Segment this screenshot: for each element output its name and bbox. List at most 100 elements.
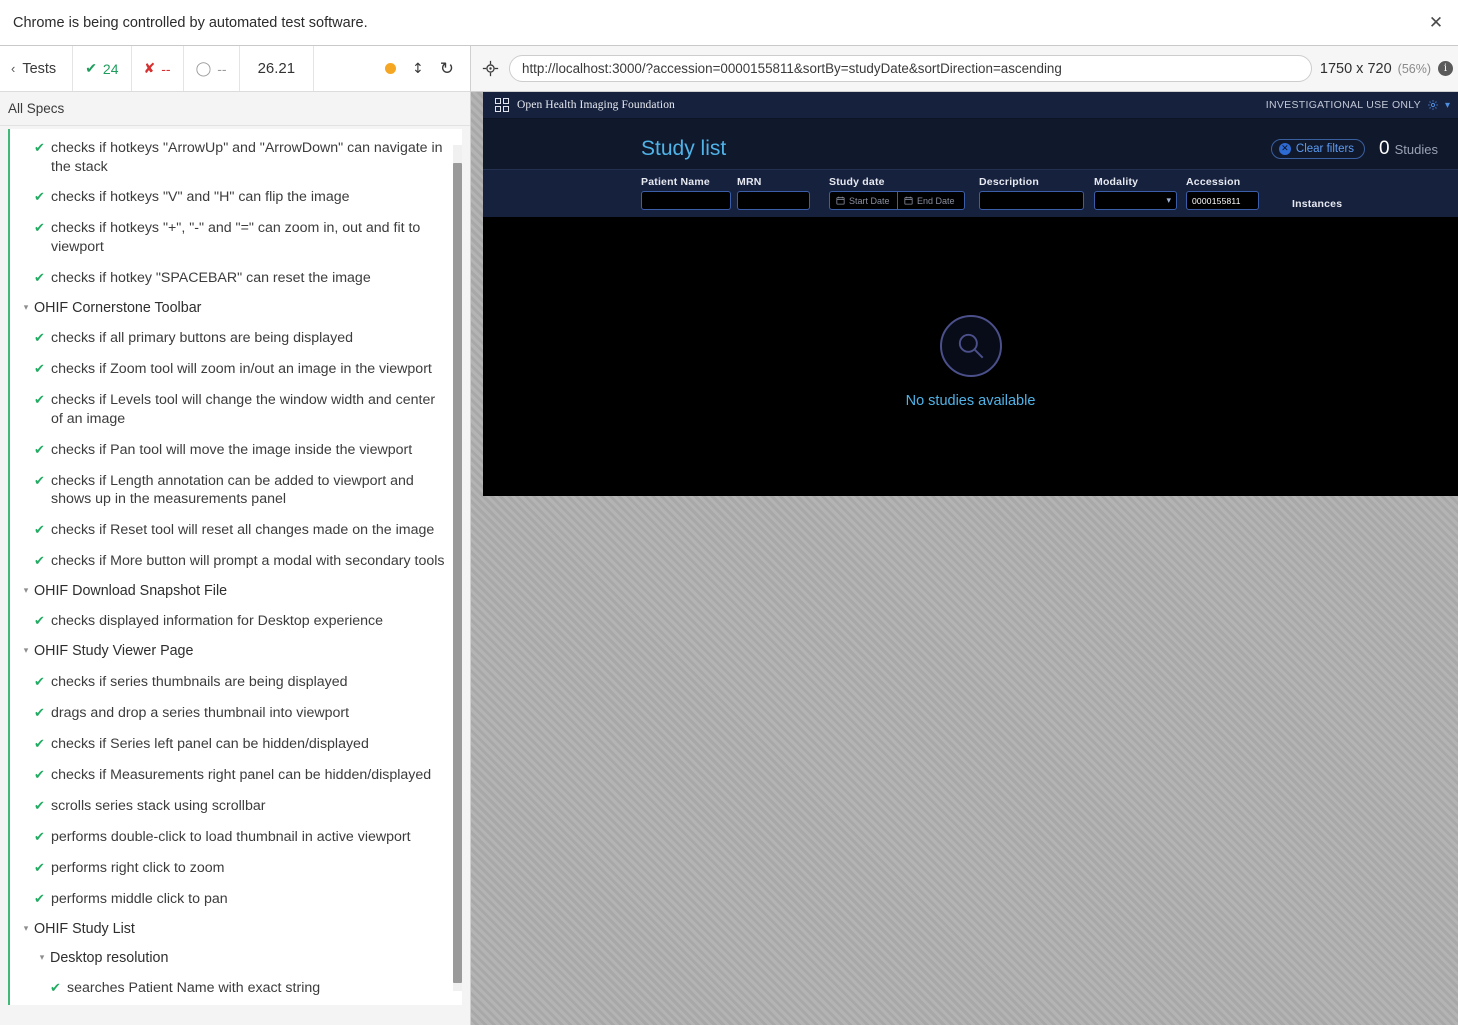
check-icon: ✔: [85, 60, 97, 76]
failed-stat: ✘ --: [132, 46, 184, 91]
reload-icon[interactable]: ↻: [440, 59, 454, 79]
test-suite-row[interactable]: ▾ OHIF Study List: [10, 915, 462, 944]
check-icon: ✔: [50, 981, 61, 997]
test-suite-row[interactable]: ▾ OHIF Study Viewer Page: [10, 637, 462, 666]
mrn-input[interactable]: [737, 191, 810, 210]
test-suite-row[interactable]: ▾ OHIF Cornerstone Toolbar: [10, 294, 462, 323]
passed-stat: ✔ 24: [73, 46, 132, 91]
cypress-browser-toolbar: http://localhost:3000/?accession=0000155…: [471, 46, 1458, 92]
test-case-row[interactable]: ✔ checks if Reset tool will reset all cha…: [10, 515, 462, 546]
passed-count: 24: [102, 60, 119, 77]
chevron-down-icon: ▾: [39, 953, 45, 964]
test-case-row[interactable]: ✔ checks if Series left panel can be hidd…: [10, 729, 462, 760]
test-case-row[interactable]: ✔ searches Patient Name with exact string: [10, 973, 462, 1004]
filter-label-study-date: Study date: [829, 176, 885, 188]
test-case-row[interactable]: ✔ checks if series thumbnails are being d…: [10, 667, 462, 698]
test-case-row[interactable]: ✔ checks if hotkey "SPACEBAR" can reset t…: [10, 263, 462, 294]
filter-accession: Accession 0000155811: [1186, 176, 1292, 210]
info-icon[interactable]: i: [1438, 61, 1453, 76]
viewport-resize-icon[interactable]: ↕: [412, 61, 424, 77]
chevron-down-icon[interactable]: ▾: [1445, 100, 1450, 111]
filter-modality: Modality ▾: [1094, 176, 1186, 210]
test-case-row[interactable]: ✔ performs middle click to pan: [10, 884, 462, 915]
test-suite-label: OHIF Download Snapshot File: [34, 583, 228, 600]
accession-input[interactable]: 0000155811: [1186, 191, 1259, 210]
test-case-row[interactable]: ✔ performs right click to zoom: [10, 853, 462, 884]
test-case-row[interactable]: ✔ checks if Levels tool will change the w…: [10, 385, 462, 434]
test-case-label: checks if hotkeys "V" and "H" can flip t…: [51, 189, 350, 206]
test-case-row[interactable]: ✔ drags and drop a series thumbnail into …: [10, 698, 462, 729]
filter-label-instances: Instances: [1292, 198, 1343, 210]
check-icon: ✔: [34, 221, 45, 237]
clear-filters-button[interactable]: ✕ Clear filters: [1270, 139, 1366, 159]
test-case-row[interactable]: ✔ checks if hotkeys "+", "-" and "=" can …: [10, 213, 462, 262]
test-case-row[interactable]: ✔ checks if hotkeys "V" and "H" can flip …: [10, 182, 462, 213]
test-case-row[interactable]: ✔ checks if Measurements right panel can …: [10, 760, 462, 791]
cypress-toolbar: ‹ Tests ✔ 24 ✘ -- ◯ -- 26.21 ↕ ↻: [0, 46, 470, 92]
page-title: Study list: [641, 137, 727, 160]
cypress-test-list: ✔ checks if hotkeys "ArrowUp" and "ArrowD…: [8, 129, 462, 1005]
test-case-label: performs middle click to pan: [51, 890, 228, 907]
test-case-label: checks if all primary buttons are being …: [51, 330, 354, 347]
test-case-row[interactable]: ✔ checks if Pan tool will move the image …: [10, 435, 462, 466]
test-case-row[interactable]: ✔ checks if Zoom tool will zoom in/out an…: [10, 354, 462, 385]
filter-mrn: MRN: [737, 176, 829, 210]
record-dot-icon: [385, 63, 397, 74]
start-date-input[interactable]: Start Date: [829, 191, 897, 210]
element-selector-icon[interactable]: [471, 60, 509, 77]
test-case-row[interactable]: ✔ checks displayed information for Deskto…: [10, 606, 462, 637]
back-to-tests-label: Tests: [22, 60, 57, 77]
patient-name-input[interactable]: [641, 191, 731, 210]
test-case-row[interactable]: ✔searches MRN with exact string: [10, 1004, 462, 1005]
end-date-input[interactable]: End Date: [897, 191, 965, 210]
filter-patient-name: Patient Name: [641, 176, 737, 210]
all-specs-label: All Specs: [8, 101, 65, 116]
test-suite-row[interactable]: ▾ Desktop resolution: [10, 944, 462, 973]
close-icon[interactable]: ✕: [1422, 9, 1450, 37]
app-preview-region: Open Health Imaging Foundation INVESTIGA…: [471, 92, 1458, 1025]
url-input[interactable]: http://localhost:3000/?accession=0000155…: [509, 55, 1312, 82]
test-suite-label: OHIF Study List: [34, 920, 135, 937]
description-input[interactable]: [979, 191, 1084, 210]
check-icon: ✔: [34, 736, 45, 752]
ohif-brand-label: Open Health Imaging Foundation: [517, 99, 675, 111]
test-case-label: checks if hotkey "SPACEBAR" can reset th…: [51, 269, 371, 286]
scrollbar-thumb[interactable]: [453, 163, 462, 983]
studylist-title-row: Study list ✕ Clear filters 0 Studies: [483, 129, 1458, 169]
failed-count: --: [161, 60, 171, 77]
close-circle-icon: ✕: [1278, 143, 1291, 155]
test-case-row[interactable]: ✔ checks if all primary buttons are being…: [10, 323, 462, 354]
test-case-row[interactable]: ✔ checks if Length annotation can be adde…: [10, 466, 462, 515]
back-to-tests-button[interactable]: ‹ Tests: [0, 46, 74, 91]
gear-icon[interactable]: [1427, 99, 1439, 111]
test-suite-label: OHIF Study Viewer Page: [34, 643, 194, 660]
modality-select[interactable]: ▾: [1094, 191, 1177, 210]
ohif-logo-link[interactable]: Open Health Imaging Foundation: [495, 98, 675, 112]
check-icon: ✔: [34, 270, 45, 286]
check-icon: ✔: [34, 362, 45, 378]
ohif-header-right: INVESTIGATIONAL USE ONLY ▾: [1266, 99, 1454, 111]
pending-stat: ◯ --: [184, 46, 240, 91]
test-case-label: checks if Length annotation can be added…: [51, 472, 414, 508]
filter-study-date: Study date Start Date End Date: [829, 176, 979, 210]
test-case-label: performs double-click to load thumbnail …: [51, 828, 411, 845]
check-icon: ✔: [34, 891, 45, 907]
check-icon: ✔: [34, 674, 45, 690]
chevron-down-icon: ▾: [23, 302, 29, 313]
empty-state-message: No studies available: [905, 393, 1036, 409]
all-specs-button[interactable]: All Specs: [0, 92, 470, 126]
test-case-row[interactable]: ✔ checks if More button will prompt a mod…: [10, 546, 462, 577]
start-date-placeholder: Start Date: [849, 195, 890, 206]
filter-label-description: Description: [979, 176, 1039, 188]
test-case-label: checks if Levels tool will change the wi…: [51, 392, 436, 427]
empty-state: No studies available: [483, 217, 1458, 496]
check-icon: ✔: [34, 829, 45, 845]
search-icon: [939, 315, 1002, 377]
studies-count: 0 Studies: [1379, 138, 1438, 160]
test-case-row[interactable]: ✔ checks if hotkeys "ArrowUp" and "ArrowD…: [10, 133, 462, 182]
test-suite-label: OHIF Cornerstone Toolbar: [34, 299, 202, 316]
test-case-row[interactable]: ✔ scrolls series stack using scrollbar: [10, 791, 462, 822]
test-suite-row[interactable]: ▾ OHIF Download Snapshot File: [10, 577, 462, 606]
test-case-row[interactable]: ✔ performs double-click to load thumbnail…: [10, 822, 462, 853]
vertical-scrollbar[interactable]: [453, 145, 462, 991]
